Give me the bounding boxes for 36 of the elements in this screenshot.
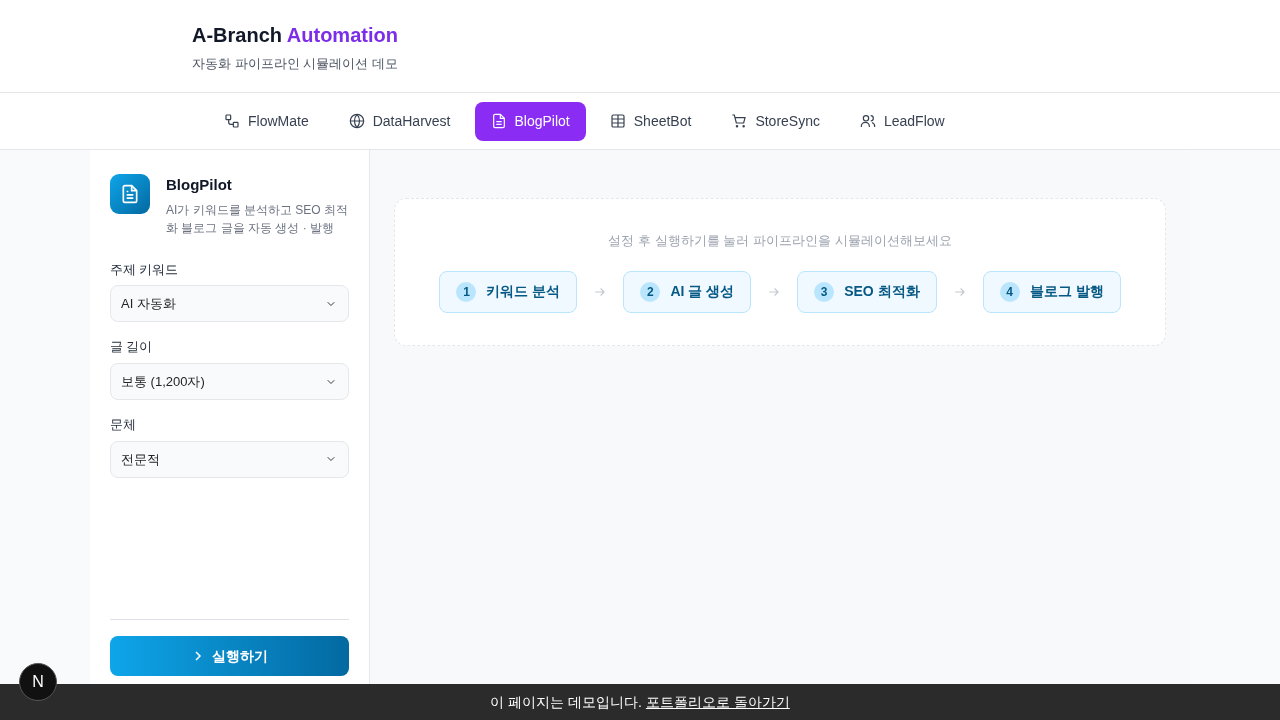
- globe-icon: [348, 113, 365, 129]
- nav-tab[interactable]: BlogPilot: [474, 101, 586, 141]
- step-label: AI 글 생성: [670, 282, 735, 301]
- nav-tab[interactable]: LeadFlow: [843, 101, 961, 141]
- portfolio-link[interactable]: 포트폴리오로 돌아가기: [645, 691, 790, 713]
- step-number: 1: [456, 281, 477, 302]
- select-field[interactable]: 전문적: [110, 440, 349, 478]
- step-label: 블로그 발행: [1029, 282, 1104, 301]
- users-icon: [859, 113, 876, 129]
- app-description: AI가 키워드를 분석하고 SEO 최적화 블로그 글을 자동 생성 · 발행: [166, 201, 349, 237]
- select-field[interactable]: 보통 (1,200자): [110, 363, 349, 400]
- table-icon: [609, 113, 626, 129]
- flow-icon: [224, 113, 240, 129]
- select-field[interactable]: AI 자동화: [110, 285, 349, 323]
- run-button[interactable]: 실행하기: [110, 636, 349, 676]
- step-number: 3: [814, 281, 835, 302]
- field-label: 문체: [110, 417, 137, 434]
- dev-badge[interactable]: N: [19, 663, 57, 701]
- nav-tab[interactable]: FlowMate: [208, 101, 325, 141]
- nav-tab[interactable]: DataHarvest: [332, 101, 467, 141]
- cart-icon: [731, 113, 748, 129]
- demo-notice: 이 페이지는 데모입니다.: [490, 692, 642, 712]
- step-label: SEO 최적화: [844, 282, 920, 301]
- brand-title: A-Branch Automation: [192, 23, 399, 48]
- field-label: 주제 키워드: [110, 261, 180, 279]
- document-icon: [110, 174, 150, 214]
- nav-tab[interactable]: StoreSync: [715, 101, 836, 141]
- step-number: 2: [640, 281, 661, 302]
- app-title: BlogPilot: [166, 175, 233, 195]
- field-label: 글 길이: [110, 339, 154, 357]
- pipeline-hint: 설정 후 실행하기를 눌러 파이프라인을 시뮬레이션해보세요: [607, 232, 953, 250]
- step-number: 4: [999, 281, 1020, 302]
- document-icon: [490, 113, 507, 129]
- brand-subtitle: 자동화 파이프라인 시뮬레이션 데모: [192, 55, 399, 73]
- step-label: 키워드 분석: [486, 282, 561, 301]
- nav-tab[interactable]: SheetBot: [593, 101, 708, 141]
